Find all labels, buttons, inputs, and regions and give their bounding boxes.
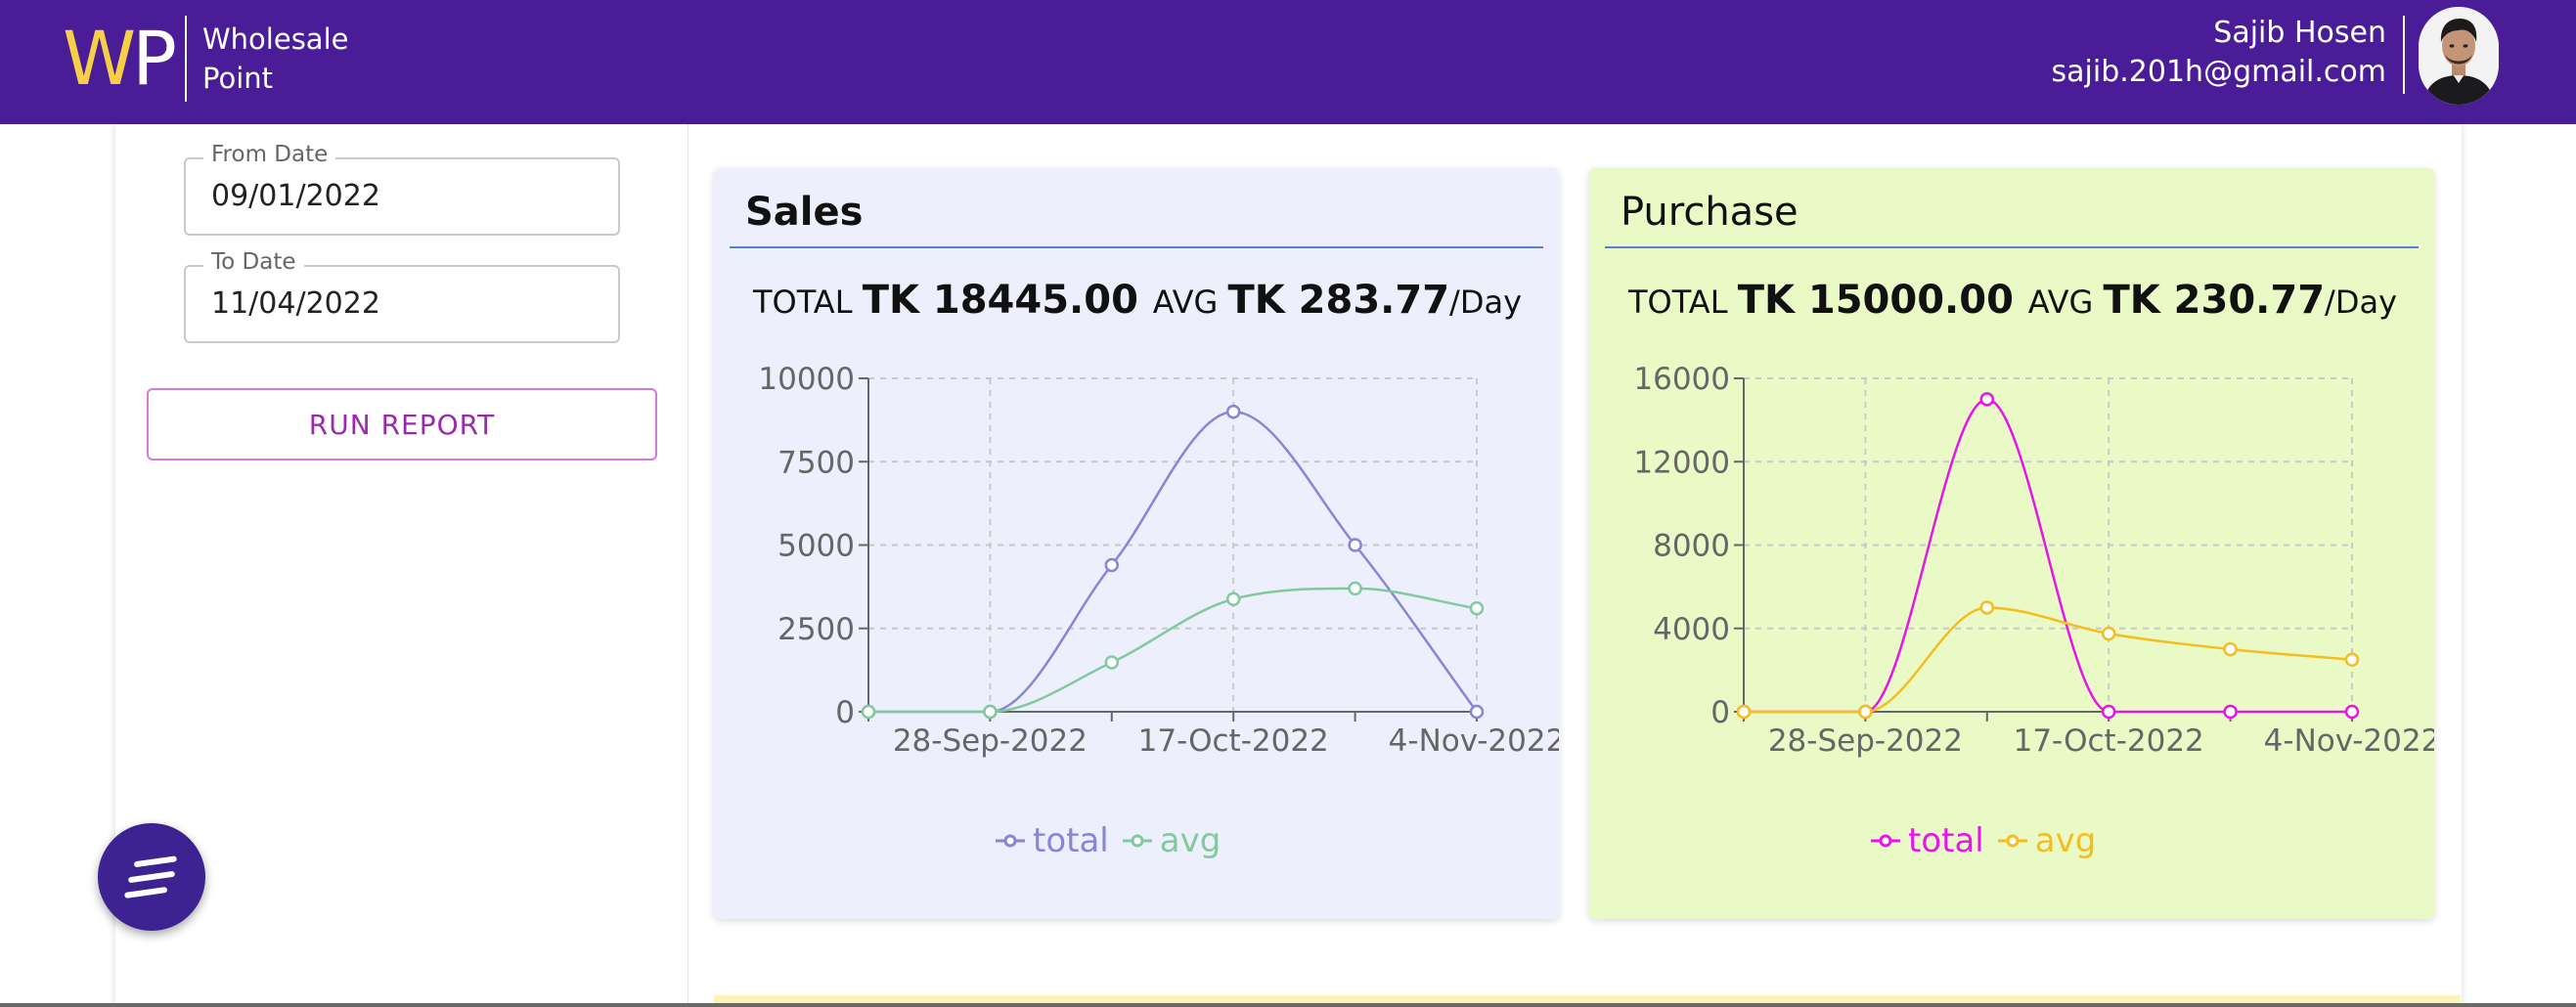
y-tick-label: 0 bbox=[1710, 695, 1730, 730]
data-point-total bbox=[2223, 704, 2238, 720]
sales-legend-total[interactable]: total bbox=[996, 821, 1109, 860]
y-tick-label: 0 bbox=[835, 695, 855, 730]
sales-title-rule bbox=[730, 246, 1543, 248]
data-point-avg bbox=[1104, 655, 1120, 670]
data-point-avg bbox=[2101, 626, 2116, 641]
legend-avg-icon bbox=[1122, 834, 1152, 848]
user-name: Sajib Hosen bbox=[2213, 16, 2386, 50]
data-point-total bbox=[1348, 538, 1362, 552]
purchase-total: TOTAL TK 15000.00 bbox=[1628, 278, 2014, 323]
sales-avg-amount: TK 283.77 bbox=[1227, 278, 1450, 323]
data-point-total bbox=[1979, 392, 1995, 407]
purchase-line-chart: 0 4000 8000 12000 16000 28-Sep-2022 17-Oct-202… bbox=[1633, 362, 2434, 759]
x-tick-label: 17-Oct-2022 bbox=[1138, 723, 1329, 759]
legend-dot bbox=[1879, 834, 1892, 848]
menu-lines-icon bbox=[124, 855, 177, 898]
y-tick-label: 10000 bbox=[758, 362, 855, 397]
legend-total-icon bbox=[996, 834, 1025, 848]
y-tick-label: 4000 bbox=[1653, 612, 1730, 647]
legend-dot bbox=[2006, 834, 2020, 848]
report-page: From Date To Date RUN REPORT Sales TOTAL… bbox=[115, 124, 2462, 1007]
series-line-total bbox=[1744, 398, 2352, 714]
data-point-avg bbox=[1979, 600, 1995, 615]
purchase-avg-amount: TK 230.77 bbox=[2103, 278, 2326, 323]
purchase-avg: AVG TK 230.77/Day bbox=[2027, 278, 2397, 323]
purchase-legend-avg[interactable]: avg bbox=[1997, 821, 2096, 860]
sales-total-amount: TK 18445.00 bbox=[862, 278, 1138, 323]
data-point-avg bbox=[1348, 581, 1362, 596]
user-email: sajib.201h@gmail.com bbox=[2051, 55, 2386, 89]
data-point-avg bbox=[983, 704, 998, 720]
data-point-avg bbox=[1469, 601, 1485, 616]
y-tick-label: 12000 bbox=[1633, 445, 1730, 480]
purchase-legend-total[interactable]: total bbox=[1871, 821, 1984, 860]
sales-total: TOTAL TK 18445.00 bbox=[753, 278, 1138, 323]
y-tick-label: 5000 bbox=[777, 529, 855, 564]
data-point-total bbox=[1469, 704, 1485, 720]
sales-legend: total avg bbox=[996, 821, 1221, 860]
y-tick-label: 7500 bbox=[777, 445, 855, 480]
brand-logo[interactable]: WP Wholesale Point bbox=[63, 14, 348, 104]
brand-name: Wholesale Point bbox=[202, 22, 349, 95]
data-point-total bbox=[2101, 704, 2116, 720]
data-point-total bbox=[1104, 557, 1120, 573]
y-tick-label: 8000 bbox=[1653, 529, 1730, 564]
legend-total-icon bbox=[1871, 834, 1900, 848]
legend-dot bbox=[1131, 834, 1144, 848]
x-tick-label: 4-Nov-2022 bbox=[2264, 723, 2434, 759]
avatar-photo bbox=[2419, 7, 2499, 105]
y-tick-label: 2500 bbox=[777, 612, 855, 647]
sales-title: Sales bbox=[745, 190, 864, 235]
x-tick-label: 28-Sep-2022 bbox=[893, 723, 1088, 759]
run-report-button[interactable]: RUN REPORT bbox=[147, 388, 657, 460]
x-tick-label: 28-Sep-2022 bbox=[1768, 723, 1963, 759]
sales-legend-avg[interactable]: avg bbox=[1122, 821, 1221, 860]
avatar[interactable] bbox=[2419, 7, 2499, 105]
data-point-total bbox=[2344, 704, 2360, 720]
to-date-input[interactable] bbox=[211, 286, 583, 321]
data-point-avg bbox=[2223, 641, 2238, 657]
from-date-label: From Date bbox=[203, 142, 336, 167]
top-app-bar: WP Wholesale Point Sajib Hosen sajib.201… bbox=[0, 0, 2576, 124]
menu-fab[interactable] bbox=[98, 823, 205, 931]
data-point-total bbox=[1225, 404, 1241, 419]
logo-divider bbox=[185, 16, 187, 102]
to-date-field[interactable]: To Date bbox=[184, 249, 620, 343]
x-tick-label: 4-Nov-2022 bbox=[1389, 723, 1559, 759]
sales-card: Sales TOTAL TK 18445.00 AVG TK 283.77/Da… bbox=[714, 168, 1559, 919]
x-tick-label: 17-Oct-2022 bbox=[2014, 723, 2204, 759]
sales-line-chart: 0 2500 5000 7500 10000 28-Sep-2022 17-Oct-2022… bbox=[758, 362, 1559, 759]
sales-avg: AVG TK 283.77/Day bbox=[1152, 278, 1522, 323]
data-point-avg bbox=[1736, 704, 1752, 720]
purchase-title: Purchase bbox=[1621, 190, 1799, 235]
series-line-avg bbox=[1744, 606, 2353, 714]
series-line-avg bbox=[868, 587, 1478, 714]
purchase-card: Purchase TOTAL TK 15000.00 AVG TK 230.77… bbox=[1589, 168, 2434, 919]
purchase-legend: total avg bbox=[1871, 821, 2096, 860]
data-point-avg bbox=[1858, 704, 1873, 720]
user-info: Sajib Hosen sajib.201h@gmail.com bbox=[2052, 14, 2386, 92]
series-line-total bbox=[868, 410, 1479, 714]
data-point-avg bbox=[1225, 591, 1241, 606]
user-divider bbox=[2403, 16, 2405, 94]
data-point-avg bbox=[861, 704, 876, 720]
data-point-avg bbox=[2344, 652, 2360, 667]
purchase-total-amount: TK 15000.00 bbox=[1737, 278, 2014, 323]
legend-dot bbox=[1003, 834, 1017, 848]
window-bottom-edge bbox=[0, 1003, 2576, 1007]
y-tick-label: 16000 bbox=[1633, 362, 1730, 397]
to-date-label: To Date bbox=[203, 249, 304, 275]
purchase-title-rule bbox=[1605, 246, 2419, 248]
from-date-field[interactable]: From Date bbox=[184, 142, 620, 236]
from-date-input[interactable] bbox=[211, 179, 583, 213]
logo-mark: WP bbox=[63, 15, 177, 102]
legend-avg-icon bbox=[1997, 834, 2027, 848]
